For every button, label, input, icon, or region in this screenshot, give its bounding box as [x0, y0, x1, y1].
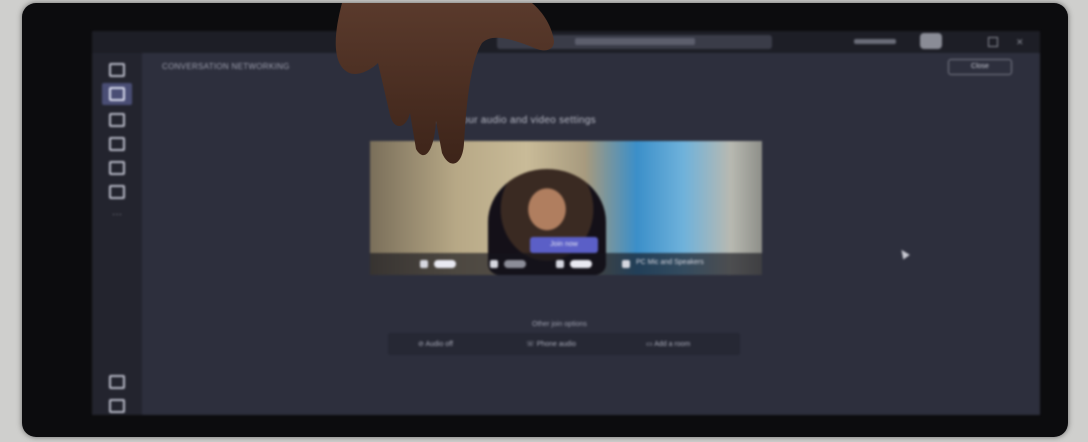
- avatar[interactable]: [920, 33, 942, 49]
- prejoin-prompt: ...oose your audio and video settings: [422, 115, 596, 126]
- phone-icon: ☏: [526, 341, 537, 348]
- apps-icon: [109, 375, 125, 389]
- mic-switch[interactable]: [570, 260, 592, 268]
- speaker-icon: [622, 260, 630, 268]
- calls-icon: [109, 161, 125, 175]
- other-join-options-label: Other join options: [532, 321, 587, 328]
- join-options-bar: ⊘ Audio off ☏ Phone audio ▭ Add a room: [388, 333, 740, 355]
- join-now-button[interactable]: Join now: [530, 237, 598, 253]
- camera-switch[interactable]: [434, 260, 456, 268]
- rail-teams[interactable]: [102, 109, 132, 131]
- monitor-frame: ✕ ··· CONVERSATION NETWORKING Close ...o…: [22, 3, 1068, 437]
- search-box[interactable]: [497, 35, 772, 49]
- teams-window: ✕ ··· CONVERSATION NETWORKING Close ...o…: [92, 31, 1040, 415]
- help-icon: [109, 399, 125, 413]
- microphone-icon: [556, 260, 564, 268]
- audio-off-option[interactable]: ⊘ Audio off: [418, 340, 453, 348]
- meeting-title: CONVERSATION NETWORKING: [162, 62, 290, 71]
- rail-more[interactable]: ···: [102, 203, 132, 225]
- restore-window-icon[interactable]: [988, 37, 998, 47]
- add-room-label: Add a room: [654, 341, 691, 348]
- close-button[interactable]: Close: [948, 59, 1012, 75]
- audio-device-label: PC Mic and Speakers: [636, 259, 704, 266]
- add-room-icon: ▭: [646, 341, 655, 348]
- files-icon: [109, 185, 125, 199]
- rail-chat[interactable]: [102, 83, 132, 105]
- device-controls: PC Mic and Speakers: [370, 253, 762, 275]
- phone-audio-label: Phone audio: [536, 341, 577, 348]
- rail-apps[interactable]: [102, 371, 132, 393]
- blur-switch[interactable]: [504, 260, 526, 268]
- user-name: [854, 39, 896, 44]
- rail-calendar[interactable]: [102, 133, 132, 155]
- rail-activity[interactable]: [102, 59, 132, 81]
- audio-off-label: Audio off: [425, 341, 453, 348]
- add-room-option[interactable]: ▭ Add a room: [646, 340, 690, 348]
- phone-audio-option[interactable]: ☏ Phone audio: [526, 340, 576, 348]
- app-rail: ···: [92, 53, 142, 415]
- rail-help[interactable]: [102, 395, 132, 415]
- rail-files[interactable]: [102, 181, 132, 203]
- background-blur-icon: [490, 260, 498, 268]
- meeting-header: CONVERSATION NETWORKING Close: [142, 53, 1040, 79]
- calendar-icon: [109, 137, 125, 151]
- teams-icon: [109, 113, 125, 127]
- close-window-icon[interactable]: ✕: [1016, 37, 1026, 47]
- video-preview: Join now PC Mic and Speakers: [370, 141, 762, 275]
- search-placeholder: [574, 38, 695, 45]
- mouse-cursor-icon: [898, 247, 910, 260]
- title-bar: ✕: [92, 31, 1040, 53]
- camera-icon: [420, 260, 428, 268]
- chat-icon: [109, 87, 125, 101]
- more-icon: ···: [112, 208, 122, 220]
- activity-icon: [109, 63, 125, 77]
- rail-calls[interactable]: [102, 157, 132, 179]
